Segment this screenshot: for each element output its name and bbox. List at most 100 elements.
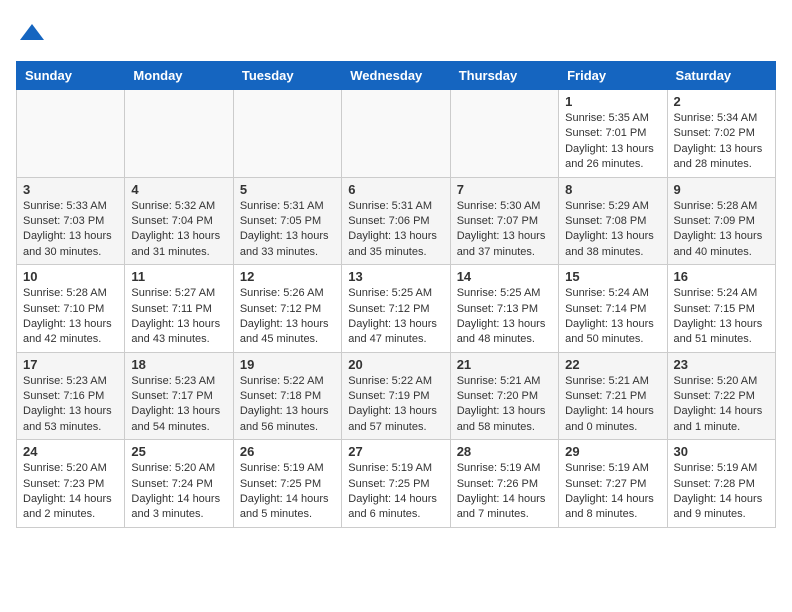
day-info: Sunrise: 5:20 AM Sunset: 7:24 PM Dayligh… (131, 461, 226, 523)
day-number: 28 (457, 444, 552, 459)
day-number: 24 (23, 444, 118, 459)
weekday-header: Monday (125, 62, 233, 90)
day-info: Sunrise: 5:22 AM Sunset: 7:18 PM Dayligh… (240, 374, 335, 436)
calendar-cell: 13 Sunrise: 5:25 AM Sunset: 7:12 PM Dayli… (342, 265, 450, 353)
calendar-cell: 26 Sunrise: 5:19 AM Sunset: 7:25 PM Dayli… (233, 440, 341, 528)
day-info: Sunrise: 5:24 AM Sunset: 7:15 PM Dayligh… (674, 286, 769, 348)
logo (16, 20, 46, 53)
day-info: Sunrise: 5:20 AM Sunset: 7:22 PM Dayligh… (674, 374, 769, 436)
day-info: Sunrise: 5:26 AM Sunset: 7:12 PM Dayligh… (240, 286, 335, 348)
day-info: Sunrise: 5:35 AM Sunset: 7:01 PM Dayligh… (565, 111, 660, 173)
day-number: 20 (348, 357, 443, 372)
day-info: Sunrise: 5:31 AM Sunset: 7:05 PM Dayligh… (240, 199, 335, 261)
calendar-cell: 23 Sunrise: 5:20 AM Sunset: 7:22 PM Dayli… (667, 352, 775, 440)
calendar-week-row: 3Sunrise: 5:33 AM Sunset: 7:03 PM Daylig… (17, 177, 776, 265)
calendar-cell: 21Sunrise: 5:21 AM Sunset: 7:20 PM Dayli… (450, 352, 558, 440)
weekday-header: Wednesday (342, 62, 450, 90)
day-number: 25 (131, 444, 226, 459)
day-number: 6 (348, 182, 443, 197)
calendar-header-row: SundayMondayTuesdayWednesdayThursdayFrid… (17, 62, 776, 90)
day-info: Sunrise: 5:21 AM Sunset: 7:20 PM Dayligh… (457, 374, 552, 436)
calendar-cell: 10 Sunrise: 5:28 AM Sunset: 7:10 PM Dayli… (17, 265, 125, 353)
day-number: 26 (240, 444, 335, 459)
calendar-week-row: 10 Sunrise: 5:28 AM Sunset: 7:10 PM Dayli… (17, 265, 776, 353)
day-number: 10 (23, 269, 118, 284)
day-number: 4 (131, 182, 226, 197)
day-info: Sunrise: 5:34 AM Sunset: 7:02 PM Dayligh… (674, 111, 769, 173)
day-number: 14 (457, 269, 552, 284)
calendar-cell: 25 Sunrise: 5:20 AM Sunset: 7:24 PM Dayli… (125, 440, 233, 528)
weekday-header: Sunday (17, 62, 125, 90)
day-info: Sunrise: 5:19 AM Sunset: 7:27 PM Dayligh… (565, 461, 660, 523)
calendar-week-row: 17 Sunrise: 5:23 AM Sunset: 7:16 PM Dayli… (17, 352, 776, 440)
calendar-cell: 19 Sunrise: 5:22 AM Sunset: 7:18 PM Dayli… (233, 352, 341, 440)
day-info: Sunrise: 5:28 AM Sunset: 7:09 PM Dayligh… (674, 199, 769, 261)
calendar-cell: 16 Sunrise: 5:24 AM Sunset: 7:15 PM Dayli… (667, 265, 775, 353)
calendar-cell: 15 Sunrise: 5:24 AM Sunset: 7:14 PM Dayli… (559, 265, 667, 353)
day-info: Sunrise: 5:24 AM Sunset: 7:14 PM Dayligh… (565, 286, 660, 348)
weekday-header: Saturday (667, 62, 775, 90)
day-info: Sunrise: 5:20 AM Sunset: 7:23 PM Dayligh… (23, 461, 118, 523)
weekday-header: Thursday (450, 62, 558, 90)
day-info: Sunrise: 5:23 AM Sunset: 7:16 PM Dayligh… (23, 374, 118, 436)
day-number: 18 (131, 357, 226, 372)
day-number: 17 (23, 357, 118, 372)
day-info: Sunrise: 5:31 AM Sunset: 7:06 PM Dayligh… (348, 199, 443, 261)
calendar-cell (17, 90, 125, 178)
day-info: Sunrise: 5:25 AM Sunset: 7:13 PM Dayligh… (457, 286, 552, 348)
calendar-cell: 8 Sunrise: 5:29 AM Sunset: 7:08 PM Daylig… (559, 177, 667, 265)
calendar-cell: 30Sunrise: 5:19 AM Sunset: 7:28 PM Dayli… (667, 440, 775, 528)
day-number: 23 (674, 357, 769, 372)
day-info: Sunrise: 5:19 AM Sunset: 7:28 PM Dayligh… (674, 461, 769, 523)
calendar-cell (450, 90, 558, 178)
day-number: 11 (131, 269, 226, 284)
day-number: 9 (674, 182, 769, 197)
calendar-cell: 6 Sunrise: 5:31 AM Sunset: 7:06 PM Daylig… (342, 177, 450, 265)
day-info: Sunrise: 5:22 AM Sunset: 7:19 PM Dayligh… (348, 374, 443, 436)
calendar-cell: 29 Sunrise: 5:19 AM Sunset: 7:27 PM Dayli… (559, 440, 667, 528)
calendar-cell: 1 Sunrise: 5:35 AM Sunset: 7:01 PM Daylig… (559, 90, 667, 178)
calendar-cell: 22Sunrise: 5:21 AM Sunset: 7:21 PM Dayli… (559, 352, 667, 440)
calendar-cell: 3Sunrise: 5:33 AM Sunset: 7:03 PM Daylig… (17, 177, 125, 265)
day-info: Sunrise: 5:28 AM Sunset: 7:10 PM Dayligh… (23, 286, 118, 348)
day-number: 5 (240, 182, 335, 197)
calendar-cell: 17 Sunrise: 5:23 AM Sunset: 7:16 PM Dayli… (17, 352, 125, 440)
day-number: 16 (674, 269, 769, 284)
day-info: Sunrise: 5:30 AM Sunset: 7:07 PM Dayligh… (457, 199, 552, 261)
day-info: Sunrise: 5:19 AM Sunset: 7:25 PM Dayligh… (240, 461, 335, 523)
calendar-cell: 7 Sunrise: 5:30 AM Sunset: 7:07 PM Daylig… (450, 177, 558, 265)
day-number: 27 (348, 444, 443, 459)
calendar-cell: 11Sunrise: 5:27 AM Sunset: 7:11 PM Dayli… (125, 265, 233, 353)
calendar-cell: 18 Sunrise: 5:23 AM Sunset: 7:17 PM Dayli… (125, 352, 233, 440)
calendar-cell: 20 Sunrise: 5:22 AM Sunset: 7:19 PM Dayli… (342, 352, 450, 440)
day-info: Sunrise: 5:25 AM Sunset: 7:12 PM Dayligh… (348, 286, 443, 348)
calendar-cell: 12Sunrise: 5:26 AM Sunset: 7:12 PM Dayli… (233, 265, 341, 353)
day-number: 7 (457, 182, 552, 197)
calendar-cell: 28Sunrise: 5:19 AM Sunset: 7:26 PM Dayli… (450, 440, 558, 528)
day-number: 13 (348, 269, 443, 284)
day-number: 19 (240, 357, 335, 372)
day-number: 8 (565, 182, 660, 197)
calendar-cell: 9 Sunrise: 5:28 AM Sunset: 7:09 PM Daylig… (667, 177, 775, 265)
day-info: Sunrise: 5:19 AM Sunset: 7:25 PM Dayligh… (348, 461, 443, 523)
day-info: Sunrise: 5:21 AM Sunset: 7:21 PM Dayligh… (565, 374, 660, 436)
day-number: 3 (23, 182, 118, 197)
calendar-cell: 2 Sunrise: 5:34 AM Sunset: 7:02 PM Daylig… (667, 90, 775, 178)
day-number: 29 (565, 444, 660, 459)
calendar-cell: 14 Sunrise: 5:25 AM Sunset: 7:13 PM Dayli… (450, 265, 558, 353)
day-number: 1 (565, 94, 660, 109)
weekday-header: Friday (559, 62, 667, 90)
calendar-cell: 5 Sunrise: 5:31 AM Sunset: 7:05 PM Daylig… (233, 177, 341, 265)
day-info: Sunrise: 5:32 AM Sunset: 7:04 PM Dayligh… (131, 199, 226, 261)
calendar-cell (342, 90, 450, 178)
day-number: 2 (674, 94, 769, 109)
page-header (16, 16, 776, 53)
logo-icon (18, 20, 46, 48)
calendar-cell (233, 90, 341, 178)
day-number: 15 (565, 269, 660, 284)
calendar-cell: 24 Sunrise: 5:20 AM Sunset: 7:23 PM Dayli… (17, 440, 125, 528)
day-info: Sunrise: 5:29 AM Sunset: 7:08 PM Dayligh… (565, 199, 660, 261)
calendar-week-row: 1 Sunrise: 5:35 AM Sunset: 7:01 PM Daylig… (17, 90, 776, 178)
day-info: Sunrise: 5:23 AM Sunset: 7:17 PM Dayligh… (131, 374, 226, 436)
weekday-header: Tuesday (233, 62, 341, 90)
